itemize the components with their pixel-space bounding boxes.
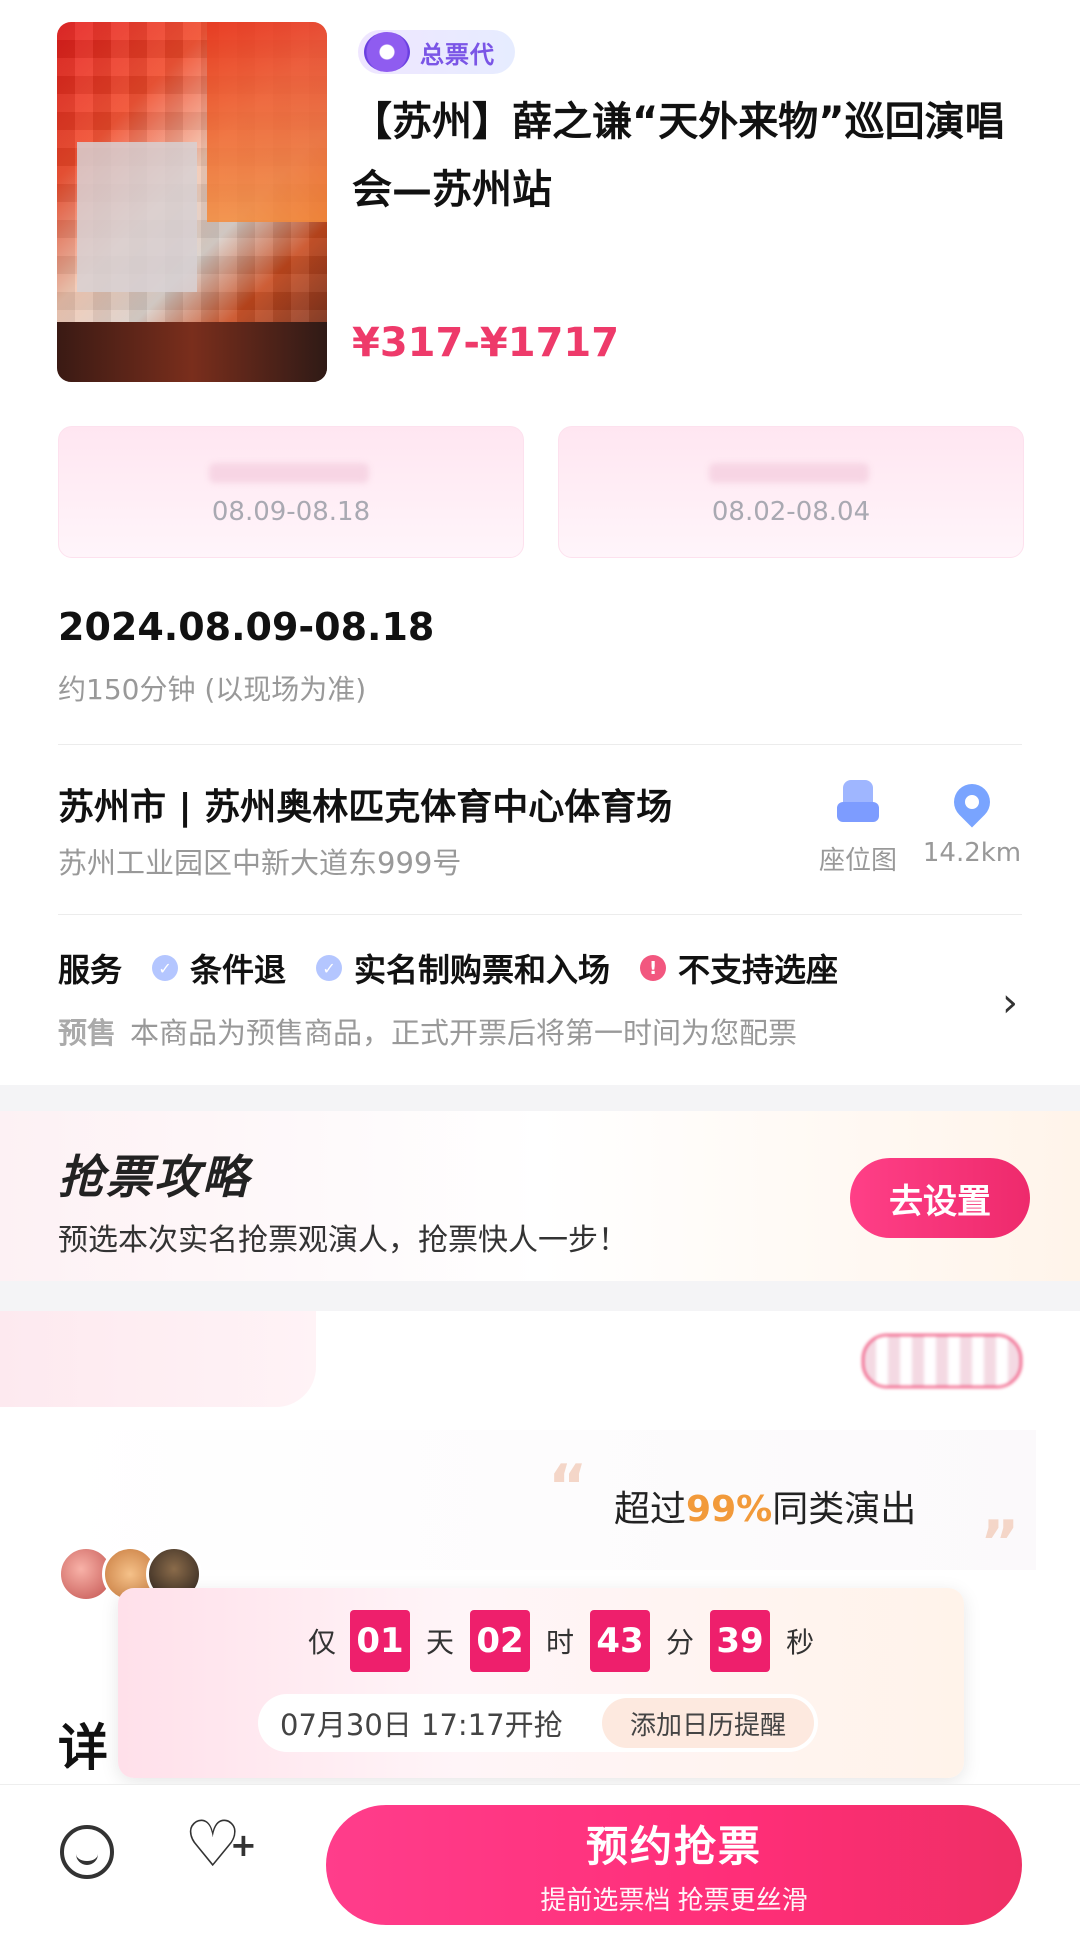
- strategy-subtitle: 预选本次实名抢票观演人，抢票快人一步！: [58, 1223, 628, 1258]
- venue-name[interactable]: 苏州市 | 苏州奥林匹克体育中心体育场: [58, 778, 672, 830]
- sale-open-row: 07月30日 17:17开抢 添加日历提醒: [258, 1694, 818, 1752]
- ticket-strategy-banner: 抢票攻略 预选本次实名抢票观演人，抢票快人一步！ 去设置: [0, 1111, 1080, 1281]
- service-item: ✓ 实名制购票和入场: [316, 945, 610, 991]
- presale-notice: 预售 本商品为预售商品，正式开票后将第一时间为您配票: [58, 1010, 797, 1052]
- event-duration: 约150分钟 (以现场为准): [58, 673, 367, 706]
- reserve-sublabel: 提前选票档 抢票更丝滑: [540, 1885, 808, 1915]
- session-dates: 08.02-08.04: [711, 497, 871, 527]
- countdown-days: 01: [350, 1610, 411, 1672]
- section-gap: [0, 1281, 1080, 1311]
- close-quote-icon: ”: [980, 1508, 1020, 1578]
- check-icon: ✓: [152, 955, 179, 981]
- open-quote-icon: “: [548, 1452, 588, 1522]
- price-range: ¥317-¥1717: [352, 320, 620, 366]
- reserve-label: 预约抢票: [585, 1823, 762, 1870]
- service-item: ✓ 条件退: [152, 945, 286, 991]
- sale-open-time: 07月30日 17:17开抢: [280, 1708, 563, 1742]
- countdown-timer: 仅 01 天 02 时 43 分 39 秒: [308, 1610, 816, 1672]
- seatmap-button[interactable]: 座位图: [808, 780, 908, 877]
- ticket-agent-badge: 总票代: [358, 30, 515, 74]
- divider: [58, 914, 1022, 915]
- countdown-minutes: 43: [590, 1610, 651, 1672]
- add-calendar-reminder-button[interactable]: 添加日历提醒: [601, 1698, 814, 1748]
- event-poster[interactable]: [57, 22, 327, 382]
- presale-text: 本商品为预售商品，正式开票后将第一时间为您配票: [130, 1016, 798, 1050]
- session-card-2[interactable]: 08.02-08.04: [558, 426, 1024, 558]
- customer-service-icon[interactable]: [60, 1825, 114, 1879]
- reserve-ticket-button[interactable]: 预约抢票 提前选票档 抢票更丝滑: [326, 1805, 1022, 1925]
- distance-button[interactable]: 14.2km: [912, 776, 1032, 868]
- countdown-seconds: 39: [710, 1610, 771, 1672]
- seatmap-label: 座位图: [818, 846, 897, 876]
- strategy-title: 抢票攻略: [58, 1150, 250, 1204]
- agent-logo-icon: [364, 32, 410, 72]
- location-pin-icon: [946, 776, 998, 828]
- seat-icon: [837, 780, 879, 824]
- go-settings-button[interactable]: 去设置: [850, 1158, 1030, 1238]
- session-card-1[interactable]: 08.09-08.18: [58, 426, 524, 558]
- services-heading: 服务: [58, 951, 123, 989]
- bottom-action-bar: ♡ + 预约抢票 提前选票档 抢票更丝滑: [0, 1784, 1080, 1948]
- event-title: 【苏州】薛之谦“天外来物”巡回演唱会—苏州站: [352, 99, 1005, 213]
- details-heading: 详: [58, 1719, 108, 1777]
- divider: [58, 744, 1022, 745]
- event-date: 2024.08.09-08.18: [58, 605, 435, 649]
- sale-countdown-panel: 仅 01 天 02 时 43 分 39 秒 07月30日 17:17开抢 添加日…: [118, 1588, 964, 1778]
- section-gap: [0, 1085, 1080, 1111]
- popularity-text: 超过99%同类演出: [614, 1489, 917, 1530]
- popularity-header-bg: [0, 1311, 316, 1407]
- countdown-hours: 02: [470, 1610, 531, 1672]
- distance-label: 14.2km: [922, 838, 1022, 868]
- check-icon: ✓: [316, 955, 343, 981]
- favorite-add-icon[interactable]: ♡ +: [184, 1813, 257, 1877]
- session-dates: 08.09-08.18: [211, 497, 371, 527]
- services-row[interactable]: 服务 ✓ 条件退 ✓ 实名制购票和入场 ! 不支持选座: [58, 945, 868, 991]
- presale-tag: 预售: [58, 1016, 117, 1050]
- badge-label: 总票代: [420, 40, 495, 69]
- popularity-percent: 99%: [686, 1489, 773, 1530]
- venue-address[interactable]: 苏州工业园区中新大道东999号: [58, 840, 461, 882]
- service-item: ! 不支持选座: [640, 945, 838, 991]
- warning-icon: !: [640, 955, 667, 981]
- blurred-tag: [862, 1334, 1022, 1388]
- chevron-right-icon[interactable]: ›: [1002, 980, 1018, 1026]
